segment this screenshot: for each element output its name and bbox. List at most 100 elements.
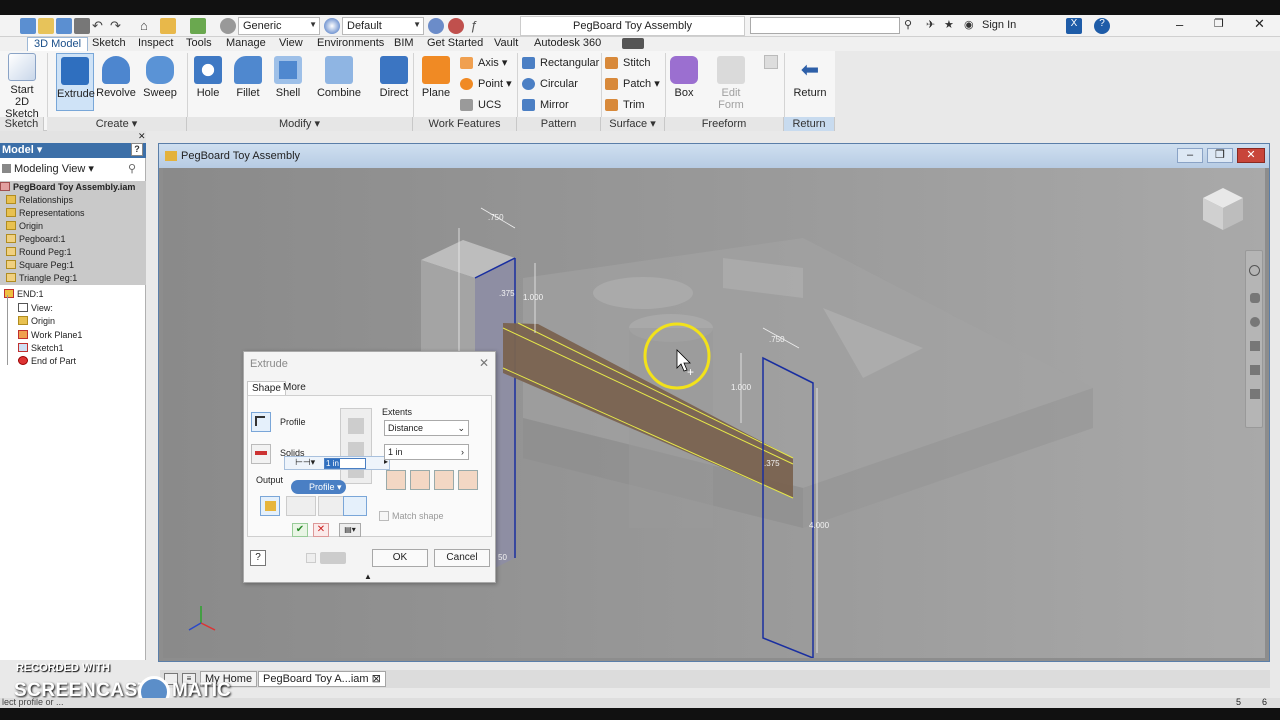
- plane-button[interactable]: Plane: [418, 53, 454, 111]
- trim-button[interactable]: Trim: [605, 96, 645, 114]
- orbit-icon[interactable]: [1250, 341, 1260, 351]
- direction-default-button[interactable]: [386, 470, 406, 490]
- return-button[interactable]: ⬅ Return: [788, 53, 832, 111]
- steering-wheel-icon[interactable]: [1249, 265, 1260, 276]
- dialog-close-button[interactable]: ✕: [479, 356, 489, 370]
- select-icon[interactable]: [160, 18, 176, 34]
- doc-minimize-button[interactable]: –: [1177, 148, 1203, 163]
- collapse-dialog-icon[interactable]: ▲: [364, 572, 372, 581]
- home-icon[interactable]: ⌂: [140, 18, 156, 34]
- browser-node-assembly[interactable]: PegBoard Toy Assembly.iam: [0, 181, 146, 194]
- tab-tools[interactable]: Tools: [180, 37, 218, 51]
- clear-override-icon[interactable]: [428, 18, 444, 34]
- direction-dropdown[interactable]: [286, 496, 316, 516]
- extrude-button[interactable]: Extrude: [56, 53, 95, 111]
- patch-button[interactable]: Patch ▾: [605, 75, 660, 93]
- browser-node-round-peg[interactable]: Round Peg:1: [0, 246, 146, 259]
- edit-form-button[interactable]: Edit Form: [712, 53, 750, 111]
- tab-get-started[interactable]: Get Started: [421, 37, 489, 51]
- panel-label-modify[interactable]: Modify ▾: [187, 117, 413, 131]
- binoculars-icon[interactable]: ⚲: [904, 18, 920, 34]
- axis-button[interactable]: Axis ▾: [460, 54, 507, 72]
- browser-node-square-peg[interactable]: Square Peg:1: [0, 259, 146, 272]
- combine-button[interactable]: Combine: [314, 53, 364, 111]
- tab-inspect[interactable]: Inspect: [132, 37, 179, 51]
- update-icon[interactable]: [190, 18, 206, 34]
- freeform-box-button[interactable]: Box: [668, 53, 700, 111]
- rectangular-pattern-button[interactable]: Rectangular: [522, 54, 599, 72]
- open-file-icon[interactable]: [38, 18, 54, 34]
- restore-window-button[interactable]: ❐: [1214, 17, 1224, 30]
- tab-vault[interactable]: Vault: [488, 37, 524, 51]
- dimension-label[interactable]: 4.000: [809, 521, 830, 530]
- ucs-button[interactable]: UCS: [460, 96, 501, 114]
- favorites-star-icon[interactable]: ★: [944, 18, 960, 34]
- browser-node-part-origin[interactable]: Origin: [18, 315, 55, 328]
- profile-select-button[interactable]: [251, 412, 271, 432]
- adjust-icon[interactable]: [448, 18, 464, 34]
- apply-check-button[interactable]: ✔: [292, 523, 308, 537]
- doc-maximize-button[interactable]: ❐: [1207, 148, 1233, 163]
- subscription-icon[interactable]: ✈: [926, 18, 942, 34]
- appearance-icon[interactable]: [220, 18, 236, 34]
- browser-node-triangle-peg[interactable]: Triangle Peg:1: [0, 272, 146, 285]
- browser-node-work-plane[interactable]: Work Plane1: [18, 329, 82, 342]
- tab-autodesk-360[interactable]: Autodesk 360: [528, 37, 607, 51]
- dimension-label[interactable]: .750: [488, 213, 504, 222]
- asymmetric-button[interactable]: [343, 496, 367, 516]
- tab-environments[interactable]: Environments: [311, 37, 390, 51]
- sweep-button[interactable]: Sweep: [140, 53, 180, 111]
- point-button[interactable]: Point ▾: [460, 75, 512, 93]
- dimension-label[interactable]: .375: [499, 289, 515, 298]
- modeling-view-dropdown[interactable]: Modeling View ▾ ⚲: [0, 161, 146, 177]
- tab-sketch[interactable]: Sketch: [86, 37, 132, 51]
- direction-asymmetric-button[interactable]: [458, 470, 478, 490]
- tab-view[interactable]: View: [273, 37, 309, 51]
- search-binoculars-icon[interactable]: ⚲: [128, 161, 136, 177]
- browser-node-relationships[interactable]: Relationships: [0, 194, 146, 207]
- help-icon[interactable]: ?: [1094, 18, 1110, 34]
- close-pane-icon[interactable]: ✕: [138, 131, 146, 142]
- browser-node-pegboard[interactable]: Pegboard:1: [0, 233, 146, 246]
- save-icon[interactable]: [74, 18, 90, 34]
- match-shape-checkbox[interactable]: [379, 511, 389, 521]
- fx-icon[interactable]: ƒ: [470, 18, 486, 34]
- sign-in-link[interactable]: Sign In: [982, 19, 1016, 31]
- close-tab-icon[interactable]: ⊠: [372, 673, 381, 685]
- direction-symmetric-button[interactable]: [434, 470, 454, 490]
- doc-close-button[interactable]: ✕: [1237, 148, 1265, 163]
- help-search-input[interactable]: [750, 17, 900, 34]
- undo-icon[interactable]: ↶: [92, 18, 108, 34]
- distance-mini-input[interactable]: 1 in: [324, 458, 366, 469]
- doc-tab-pegboard[interactable]: PegBoard Toy A...iam ⊠: [258, 671, 386, 687]
- dimension-label[interactable]: .750: [769, 335, 785, 344]
- pan-icon[interactable]: [1250, 293, 1260, 303]
- ok-button[interactable]: OK: [372, 549, 428, 567]
- browser-node-view[interactable]: View:: [18, 302, 53, 315]
- distance-input[interactable]: 1 in ›: [384, 444, 469, 460]
- zoom-icon[interactable]: [1250, 317, 1260, 327]
- close-window-button[interactable]: ✕: [1254, 16, 1265, 32]
- panel-toggle-icon[interactable]: [622, 38, 644, 49]
- browser-node-end-of-part[interactable]: End of Part: [18, 355, 76, 368]
- output-solid-button[interactable]: [260, 496, 280, 516]
- stitch-button[interactable]: Stitch: [605, 54, 651, 72]
- tab-more[interactable]: More: [279, 381, 310, 395]
- hole-button[interactable]: Hole: [190, 53, 226, 111]
- solids-select-button[interactable]: [251, 444, 271, 464]
- circular-pattern-button[interactable]: Circular: [522, 75, 578, 93]
- new-file-icon[interactable]: [20, 18, 36, 34]
- open-folder-icon[interactable]: [56, 18, 72, 34]
- minimize-window-button[interactable]: –: [1176, 17, 1183, 32]
- start-2d-sketch-button[interactable]: Start 2D Sketch: [2, 53, 42, 120]
- direction-flipped-button[interactable]: [410, 470, 430, 490]
- dimension-label[interactable]: .375: [764, 459, 780, 468]
- profile-chip[interactable]: Profile ▾: [291, 480, 346, 494]
- tab-3d-model[interactable]: 3D Model: [27, 37, 89, 51]
- dimension-label[interactable]: 1.000: [731, 383, 752, 392]
- dimension-label[interactable]: 1.000: [523, 293, 544, 302]
- preview-checkbox[interactable]: [306, 553, 316, 563]
- panel-label-create[interactable]: Create ▾: [47, 117, 187, 131]
- browser-header[interactable]: Model ▾ ?: [0, 143, 146, 158]
- extents-mode-select[interactable]: Distance ⌄: [384, 420, 469, 436]
